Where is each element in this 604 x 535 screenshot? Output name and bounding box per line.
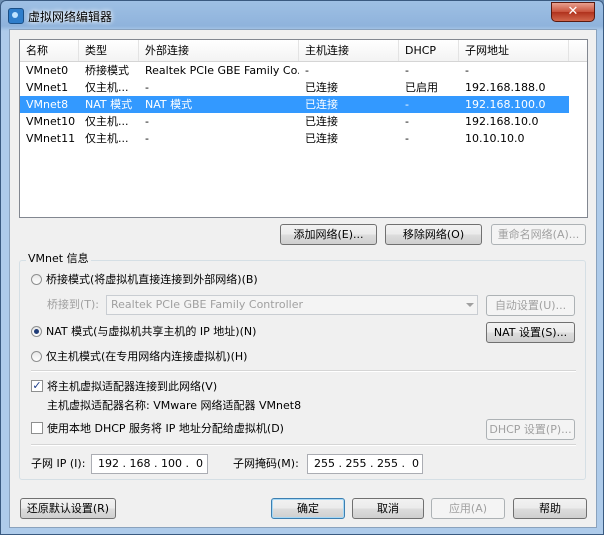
bridge-mode-label[interactable]: 桥接模式(将虚拟机直接连接到外部网络)(B)	[46, 272, 258, 287]
remove-network-button[interactable]: 移除网络(O)	[385, 224, 482, 245]
close-button[interactable]: ✕	[551, 2, 595, 22]
cell-host: 已连接	[305, 115, 338, 128]
table-row[interactable]: VMnet1 仅主机... - 已连接 已启用 192.168.188.0	[20, 79, 569, 96]
rename-network-button[interactable]: 重命名网络(A)...	[491, 224, 586, 245]
cell-type: 仅主机...	[85, 115, 129, 128]
column-name[interactable]: 名称	[20, 40, 79, 61]
cell-name: VMnet10	[26, 115, 76, 128]
divider	[31, 370, 576, 372]
virtual-network-editor-window: 虚拟网络编辑器 ✕ 名称 类型 外部连接 主机连接 DHCP 子网地址 VMne…	[0, 0, 604, 535]
list-header: 名称 类型 外部连接 主机连接 DHCP 子网地址	[20, 40, 587, 62]
subnet-ip-input[interactable]: 192 . 168 . 100 . 0	[91, 454, 208, 474]
cell-name: VMnet11	[26, 132, 76, 145]
column-dhcp[interactable]: DHCP	[399, 40, 459, 61]
table-row[interactable]: VMnet11 仅主机... - 已连接 - 10.10.10.0	[20, 130, 569, 147]
network-list[interactable]: 名称 类型 外部连接 主机连接 DHCP 子网地址 VMnet0 桥接模式 Real…	[19, 39, 588, 218]
cell-dhcp: -	[405, 64, 409, 77]
nat-mode-radio[interactable]	[31, 326, 42, 337]
cell-name: VMnet0	[26, 64, 69, 77]
table-row[interactable]: VMnet0 桥接模式 Realtek PCIe GBE Family Co... -…	[20, 62, 569, 79]
chevron-down-icon	[466, 303, 474, 307]
cell-subnet: 192.168.188.0	[465, 81, 546, 94]
cell-name: VMnet8	[26, 98, 69, 111]
cancel-button[interactable]: 取消	[352, 498, 424, 519]
cell-host: 已连接	[305, 81, 338, 94]
table-row[interactable]: VMnet10 仅主机... - 已连接 - 192.168.10.0	[20, 113, 569, 130]
cell-external: NAT 模式	[145, 98, 193, 111]
cell-subnet: 10.10.10.0	[465, 132, 525, 145]
auto-settings-button[interactable]: 自动设置(U)...	[486, 295, 575, 316]
column-host[interactable]: 主机连接	[299, 40, 399, 61]
connect-adapter-label[interactable]: 将主机虚拟适配器连接到此网络(V)	[47, 379, 217, 394]
add-network-button[interactable]: 添加网络(E)...	[280, 224, 377, 245]
column-subnet[interactable]: 子网地址	[459, 40, 569, 61]
window-title: 虚拟网络编辑器	[28, 10, 113, 24]
host-only-label[interactable]: 仅主机模式(在专用网络内连接虚拟机)(H)	[46, 349, 247, 364]
dialog-body: 名称 类型 外部连接 主机连接 DHCP 子网地址 VMnet0 桥接模式 Real…	[9, 29, 597, 528]
bridge-to-value: Realtek PCIe GBE Family Controller	[111, 298, 304, 311]
adapter-name-text: 主机虚拟适配器名称: VMware 网络适配器 VMnet8	[47, 399, 302, 412]
host-only-radio[interactable]	[31, 351, 42, 362]
column-external[interactable]: 外部连接	[139, 40, 299, 61]
vmnet-info-title: VMnet 信息	[26, 252, 91, 266]
bridge-to-select[interactable]: Realtek PCIe GBE Family Controller	[106, 295, 478, 315]
cell-external: -	[145, 115, 149, 128]
cell-host: 已连接	[305, 132, 338, 145]
bridge-mode-radio[interactable]	[31, 274, 42, 285]
cell-dhcp: 已启用	[405, 81, 438, 94]
dhcp-settings-button[interactable]: DHCP 设置(P)...	[486, 419, 575, 440]
cell-subnet: -	[465, 64, 469, 77]
cell-host: -	[305, 64, 309, 77]
subnet-ip-label: 子网 IP (I):	[31, 457, 86, 470]
restore-defaults-button[interactable]: 还原默认设置(R)	[20, 498, 116, 519]
cell-type: NAT 模式	[85, 98, 133, 111]
cell-subnet: 192.168.10.0	[465, 115, 539, 128]
dhcp-label[interactable]: 使用本地 DHCP 服务将 IP 地址分配给虚拟机(D)	[47, 421, 284, 436]
subnet-mask-label: 子网掩码(M):	[233, 457, 299, 470]
cell-external: -	[145, 132, 149, 145]
cell-type: 仅主机...	[85, 81, 129, 94]
nat-mode-label[interactable]: NAT 模式(与虚拟机共享主机的 IP 地址)(N)	[46, 324, 256, 339]
cell-host: 已连接	[305, 98, 338, 111]
divider	[31, 444, 576, 446]
cell-subnet: 192.168.100.0	[465, 98, 546, 111]
table-row[interactable]: VMnet8 NAT 模式 NAT 模式 已连接 - 192.168.100.0	[20, 96, 569, 113]
cell-type: 桥接模式	[85, 64, 129, 77]
cell-dhcp: -	[405, 98, 409, 111]
ok-button[interactable]: 确定	[271, 498, 345, 519]
cell-dhcp: -	[405, 115, 409, 128]
column-type[interactable]: 类型	[79, 40, 139, 61]
subnet-mask-input[interactable]: 255 . 255 . 255 . 0	[307, 454, 423, 474]
bridge-to-label: 桥接到(T):	[47, 298, 100, 311]
cell-external: -	[145, 81, 149, 94]
title-bar[interactable]: 虚拟网络编辑器 ✕	[1, 1, 603, 29]
nat-settings-button[interactable]: NAT 设置(S)...	[486, 322, 575, 343]
cell-type: 仅主机...	[85, 132, 129, 145]
cell-external: Realtek PCIe GBE Family Co...	[145, 64, 299, 77]
cell-dhcp: -	[405, 132, 409, 145]
apply-button[interactable]: 应用(A)	[431, 498, 505, 519]
connect-adapter-checkbox[interactable]: ✓	[31, 380, 43, 392]
help-button[interactable]: 帮助	[513, 498, 587, 519]
vmware-network-icon	[8, 8, 24, 24]
cell-name: VMnet1	[26, 81, 69, 94]
dhcp-checkbox[interactable]	[31, 422, 43, 434]
